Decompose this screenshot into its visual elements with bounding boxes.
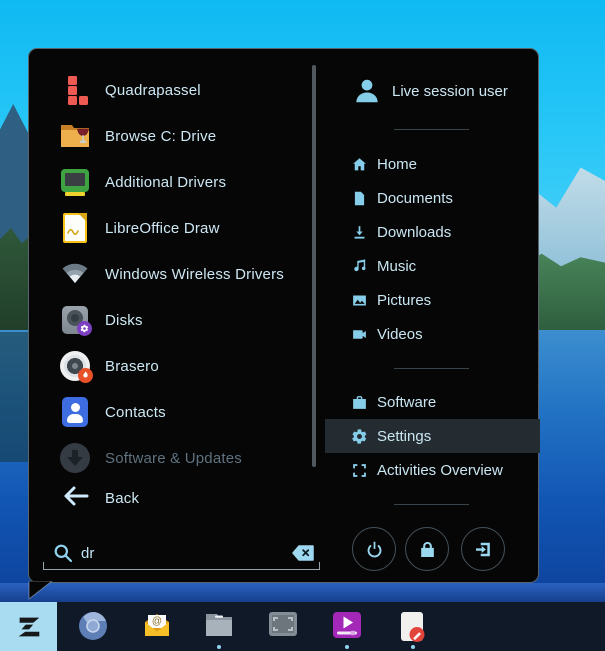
menu-pointer-tail bbox=[28, 581, 53, 601]
taskbar: @ bbox=[0, 602, 605, 651]
taskbar-item-browser[interactable] bbox=[78, 611, 108, 642]
app-label: Disks bbox=[105, 311, 143, 329]
contacts-icon bbox=[59, 396, 91, 428]
app-item-disks[interactable]: Disks bbox=[29, 297, 317, 343]
back-button[interactable]: Back bbox=[29, 475, 317, 521]
nav-item-downloads[interactable]: Downloads bbox=[325, 215, 540, 249]
search-icon bbox=[54, 544, 73, 563]
nav-label: Downloads bbox=[377, 223, 452, 241]
taskbar-item-text-editor[interactable] bbox=[398, 611, 428, 642]
search-input[interactable]: dr bbox=[81, 545, 94, 562]
document-icon bbox=[351, 190, 368, 207]
nav-label: Documents bbox=[377, 189, 453, 207]
running-indicator bbox=[411, 645, 415, 649]
app-item-additional-drivers[interactable]: Additional Drivers bbox=[29, 159, 317, 205]
app-label: Brasero bbox=[105, 357, 159, 375]
nav-label: Settings bbox=[377, 427, 432, 445]
running-indicator bbox=[217, 645, 221, 649]
drivers-monitor-icon bbox=[59, 166, 91, 198]
divider bbox=[394, 129, 469, 130]
nav-label: Software bbox=[377, 393, 437, 411]
taskbar-item-files[interactable] bbox=[204, 611, 234, 642]
running-indicator bbox=[345, 645, 349, 649]
logout-icon bbox=[475, 542, 490, 556]
video-player-icon bbox=[333, 612, 361, 638]
nav-item-home[interactable]: Home bbox=[325, 147, 540, 181]
app-item-quadrapassel[interactable]: Quadrapassel bbox=[29, 67, 317, 113]
nav-label: Videos bbox=[377, 325, 423, 343]
text-editor-icon bbox=[401, 612, 425, 642]
nav-item-software[interactable]: Software bbox=[325, 385, 540, 419]
nav-label: Music bbox=[377, 257, 417, 275]
wine-folder-icon bbox=[59, 120, 91, 152]
picture-icon bbox=[351, 292, 368, 309]
taskbar-item-video-player[interactable] bbox=[332, 611, 362, 642]
lock-icon bbox=[420, 541, 434, 557]
app-label: Browse C: Drive bbox=[105, 127, 217, 145]
libreoffice-draw-icon bbox=[59, 212, 91, 244]
app-list-scrollbar[interactable] bbox=[312, 65, 316, 467]
nav-item-settings[interactable]: Settings bbox=[325, 419, 540, 453]
app-item-contacts[interactable]: Contacts bbox=[29, 389, 317, 435]
browser-icon bbox=[79, 612, 107, 640]
divider bbox=[394, 368, 469, 369]
files-icon bbox=[206, 614, 232, 636]
user-icon bbox=[356, 79, 378, 103]
screenshot-icon bbox=[269, 612, 297, 636]
zorin-app-menu: Quadrapassel Browse C: Drive Additional … bbox=[28, 48, 540, 601]
app-label: Contacts bbox=[105, 403, 166, 421]
nav-item-videos[interactable]: Videos bbox=[325, 317, 540, 351]
taskbar-item-mail[interactable]: @ bbox=[142, 611, 172, 642]
lock-button[interactable] bbox=[405, 527, 449, 571]
user-name: Live session user bbox=[392, 82, 508, 100]
power-button[interactable] bbox=[352, 527, 396, 571]
activities-corners-icon bbox=[351, 462, 368, 479]
music-note-icon bbox=[351, 258, 368, 275]
nav-label: Pictures bbox=[377, 291, 432, 309]
app-item-libreoffice-draw[interactable]: LibreOffice Draw bbox=[29, 205, 317, 251]
zorin-menu-button[interactable] bbox=[0, 602, 57, 651]
app-item-brasero[interactable]: Brasero bbox=[29, 343, 317, 389]
search-field[interactable]: dr bbox=[43, 537, 320, 570]
divider bbox=[394, 504, 469, 505]
software-updates-icon bbox=[59, 442, 91, 474]
nav-item-documents[interactable]: Documents bbox=[325, 181, 540, 215]
nav-item-activities-overview[interactable]: Activities Overview bbox=[325, 453, 540, 487]
taskbar-item-screenshot[interactable] bbox=[268, 611, 298, 642]
app-label: LibreOffice Draw bbox=[105, 219, 220, 237]
menu-right-column: Live session user Home Documents Downloa… bbox=[325, 49, 540, 582]
app-label: Software & Updates bbox=[105, 449, 243, 467]
app-item-windows-wireless-drivers[interactable]: Windows Wireless Drivers bbox=[29, 251, 317, 297]
disc-burner-icon bbox=[59, 350, 93, 383]
backspace-clear-icon[interactable] bbox=[292, 545, 314, 561]
nav-label: Activities Overview bbox=[377, 461, 503, 479]
logout-button[interactable] bbox=[461, 527, 505, 571]
zorin-menu-icon bbox=[18, 617, 39, 636]
app-label: Windows Wireless Drivers bbox=[105, 265, 284, 283]
desktop: { "colors":{ "accent":"#86cde9","text":"… bbox=[0, 0, 605, 651]
back-arrow-icon bbox=[59, 482, 91, 514]
quadrapassel-blocks-icon bbox=[59, 74, 91, 106]
nav-item-pictures[interactable]: Pictures bbox=[325, 283, 540, 317]
nav-item-music[interactable]: Music bbox=[325, 249, 540, 283]
mail-icon: @ bbox=[145, 614, 169, 636]
nav-label: Home bbox=[377, 155, 418, 173]
software-bag-icon bbox=[351, 394, 368, 411]
download-icon bbox=[351, 224, 368, 241]
user-account-item[interactable]: Live session user bbox=[325, 65, 540, 117]
disk-utility-icon bbox=[59, 304, 92, 336]
back-label: Back bbox=[105, 489, 140, 507]
wifi-icon bbox=[59, 258, 91, 290]
app-item-browse-c-drive[interactable]: Browse C: Drive bbox=[29, 113, 317, 159]
home-icon bbox=[351, 156, 368, 173]
app-label: Quadrapassel bbox=[105, 81, 201, 99]
app-label: Additional Drivers bbox=[105, 173, 227, 191]
video-camera-icon bbox=[351, 326, 368, 343]
gear-icon bbox=[351, 428, 368, 445]
wallpaper-horizon bbox=[0, 583, 605, 603]
power-icon bbox=[367, 541, 381, 557]
svg-text:@: @ bbox=[152, 616, 162, 627]
